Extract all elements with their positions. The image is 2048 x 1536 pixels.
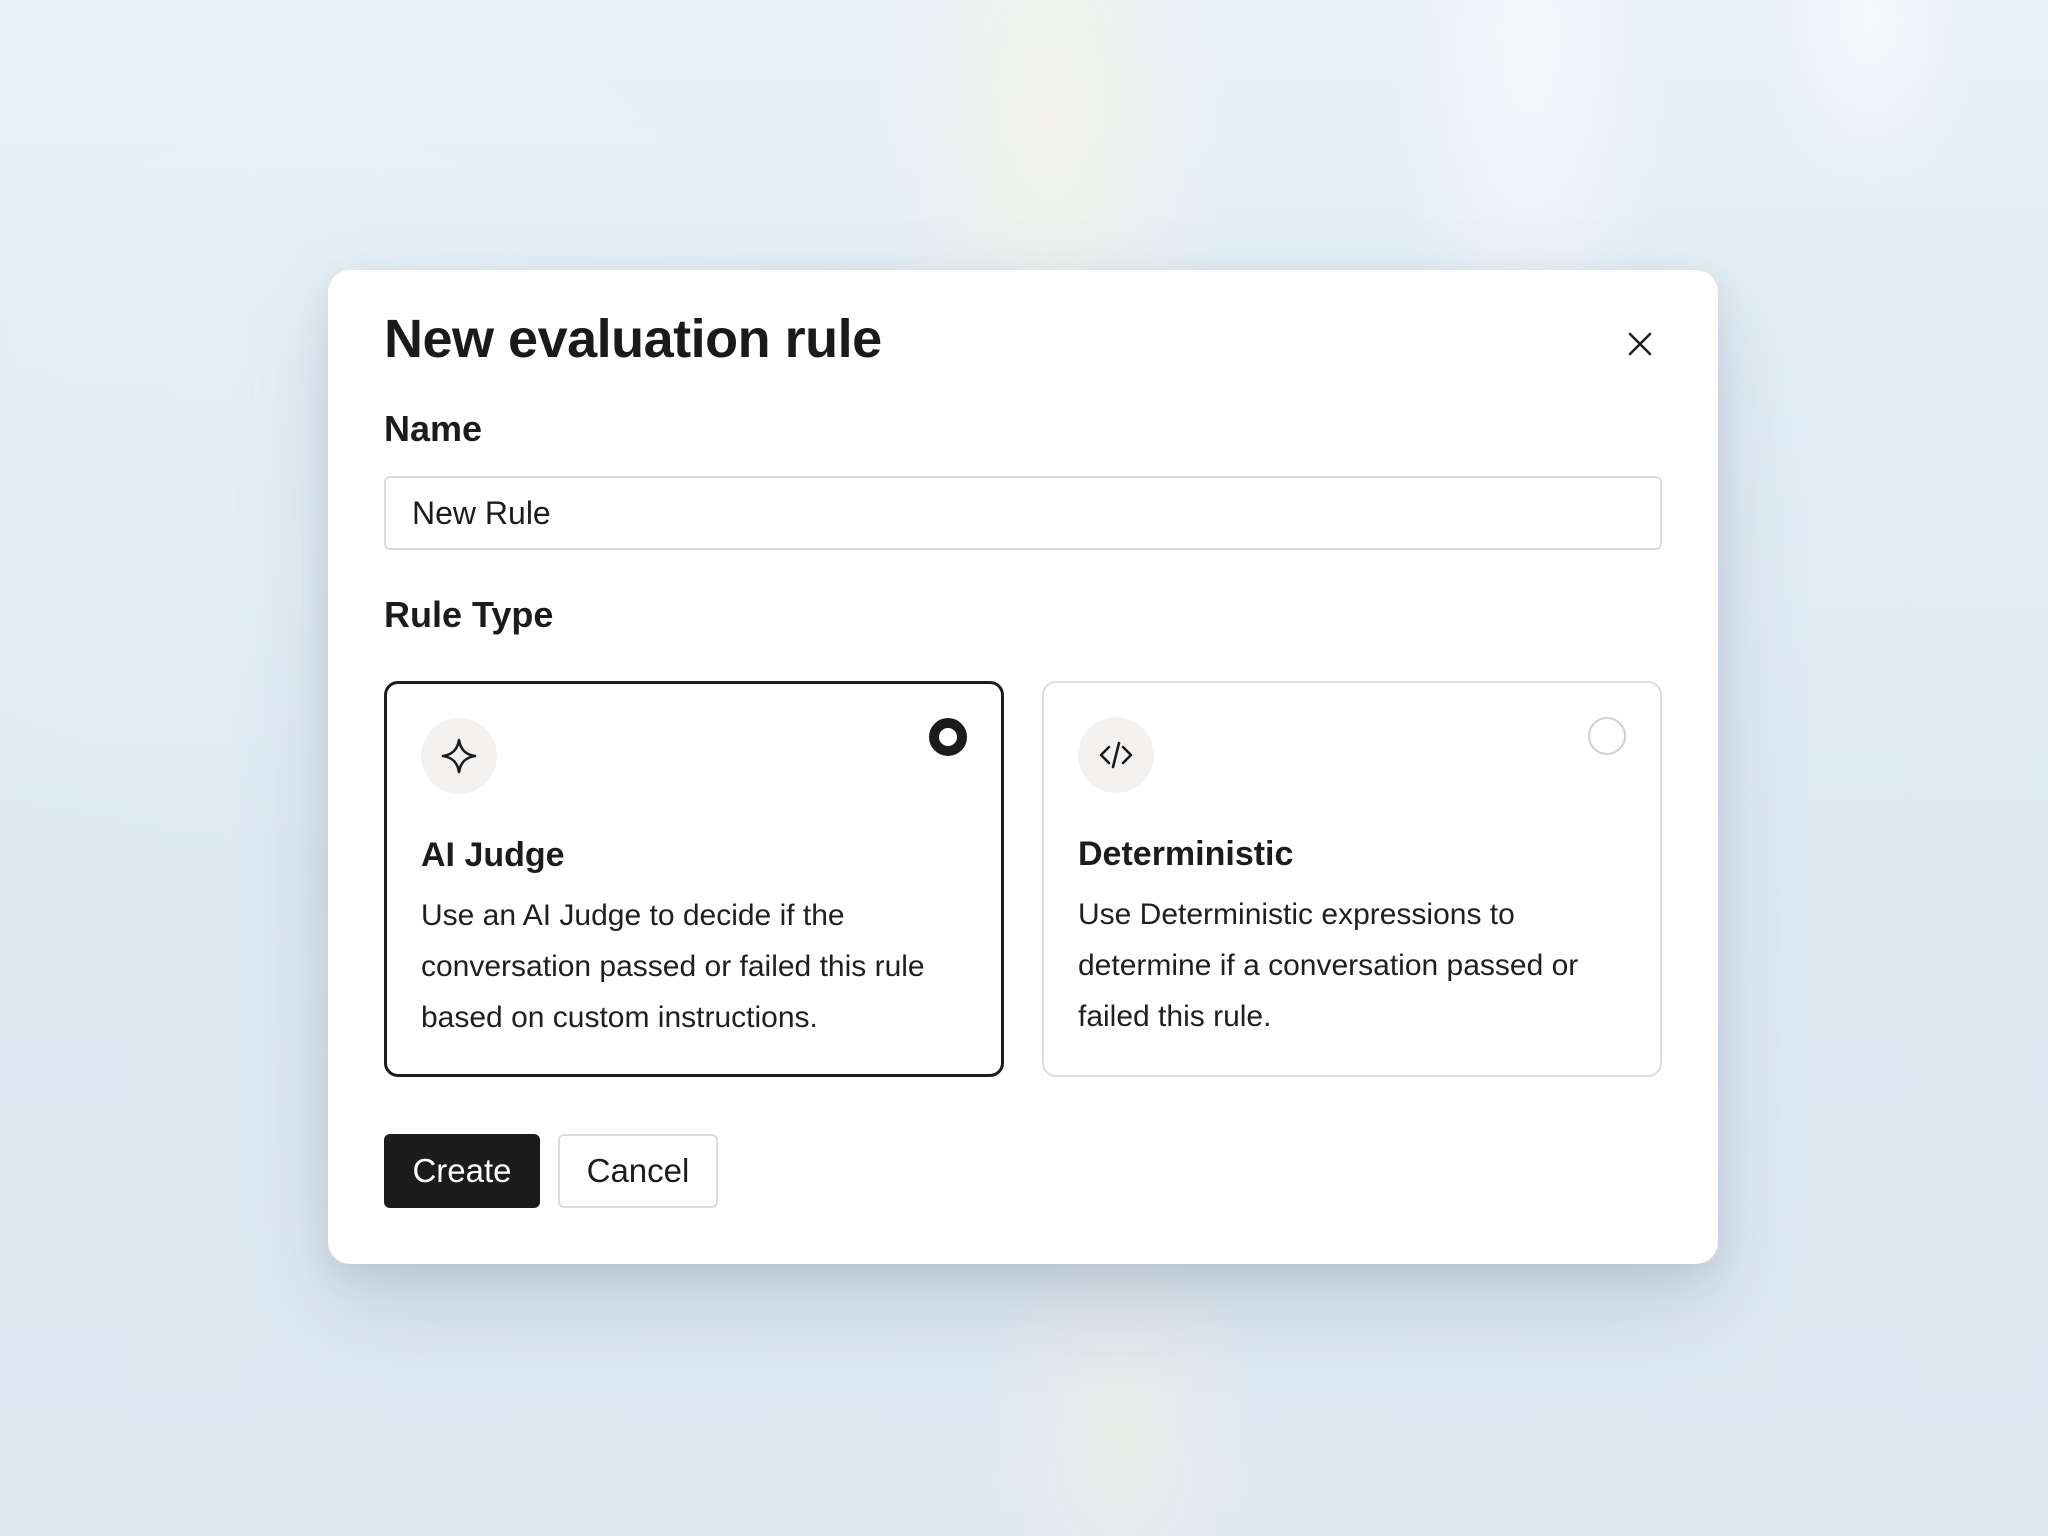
create-button[interactable]: Create (384, 1134, 540, 1208)
deterministic-radio[interactable] (1588, 717, 1626, 755)
ai-judge-description: Use an AI Judge to decide if the convers… (421, 899, 925, 1034)
name-input[interactable] (384, 476, 1662, 550)
close-icon (1628, 332, 1652, 356)
deterministic-title: Deterministic (1078, 835, 1294, 873)
rule-type-option-deterministic[interactable]: Deterministic Use Deterministic expressi… (1042, 681, 1662, 1077)
dialog-title: New evaluation rule (384, 309, 882, 369)
code-icon (1078, 717, 1154, 793)
rule-type-option-ai-judge[interactable]: AI Judge Use an AI Judge to decide if th… (384, 681, 1004, 1077)
cancel-button[interactable]: Cancel (558, 1134, 718, 1208)
deterministic-description: Use Deterministic expressions to determi… (1078, 898, 1579, 1033)
sparkle-icon (421, 718, 497, 794)
new-rule-dialog: New evaluation rule Name Rule Type AI Ju… (328, 270, 1718, 1264)
name-label: Name (384, 408, 483, 449)
rule-type-label: Rule Type (384, 594, 554, 635)
close-button[interactable] (1624, 328, 1656, 360)
ai-judge-radio[interactable] (929, 718, 967, 756)
ai-judge-title: AI Judge (421, 836, 565, 874)
